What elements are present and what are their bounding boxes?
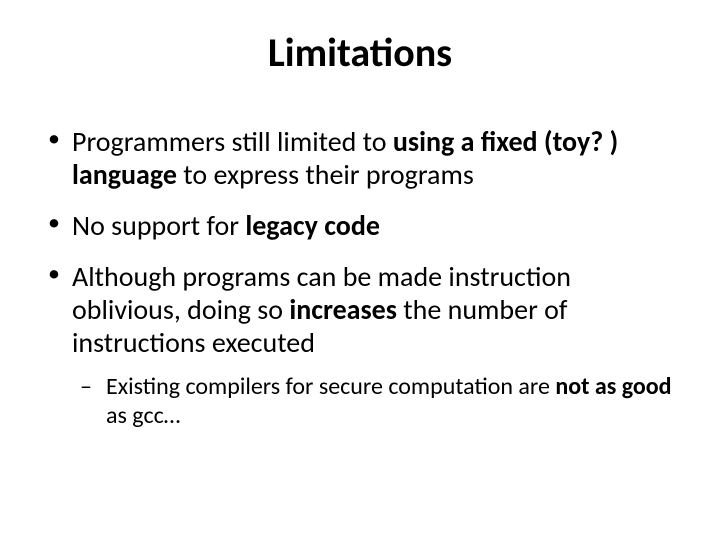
text: Existing compilers for secure computatio… [106, 372, 555, 401]
bold-text: increases [289, 292, 397, 327]
bullet-list: Programmers still limited to using a fix… [40, 125, 680, 430]
bullet-item-2: No support for legacy code [40, 209, 680, 242]
text: to express their programs [177, 157, 474, 192]
text: Programmers still limited to [72, 124, 393, 159]
sub-bullet-item-1: Existing compilers for secure computatio… [72, 373, 680, 430]
bullet-item-3: Although programs can be made instructio… [40, 260, 680, 430]
slide: Limitations Programmers still limited to… [0, 0, 720, 540]
bold-text: legacy code [245, 208, 380, 243]
slide-title: Limitations [40, 28, 680, 77]
bold-text: not as good [555, 372, 671, 401]
text: No support for [72, 208, 245, 243]
text: as gcc… [106, 401, 180, 430]
bullet-item-1: Programmers still limited to using a fix… [40, 125, 680, 191]
sub-bullet-list: Existing compilers for secure computatio… [72, 373, 680, 430]
